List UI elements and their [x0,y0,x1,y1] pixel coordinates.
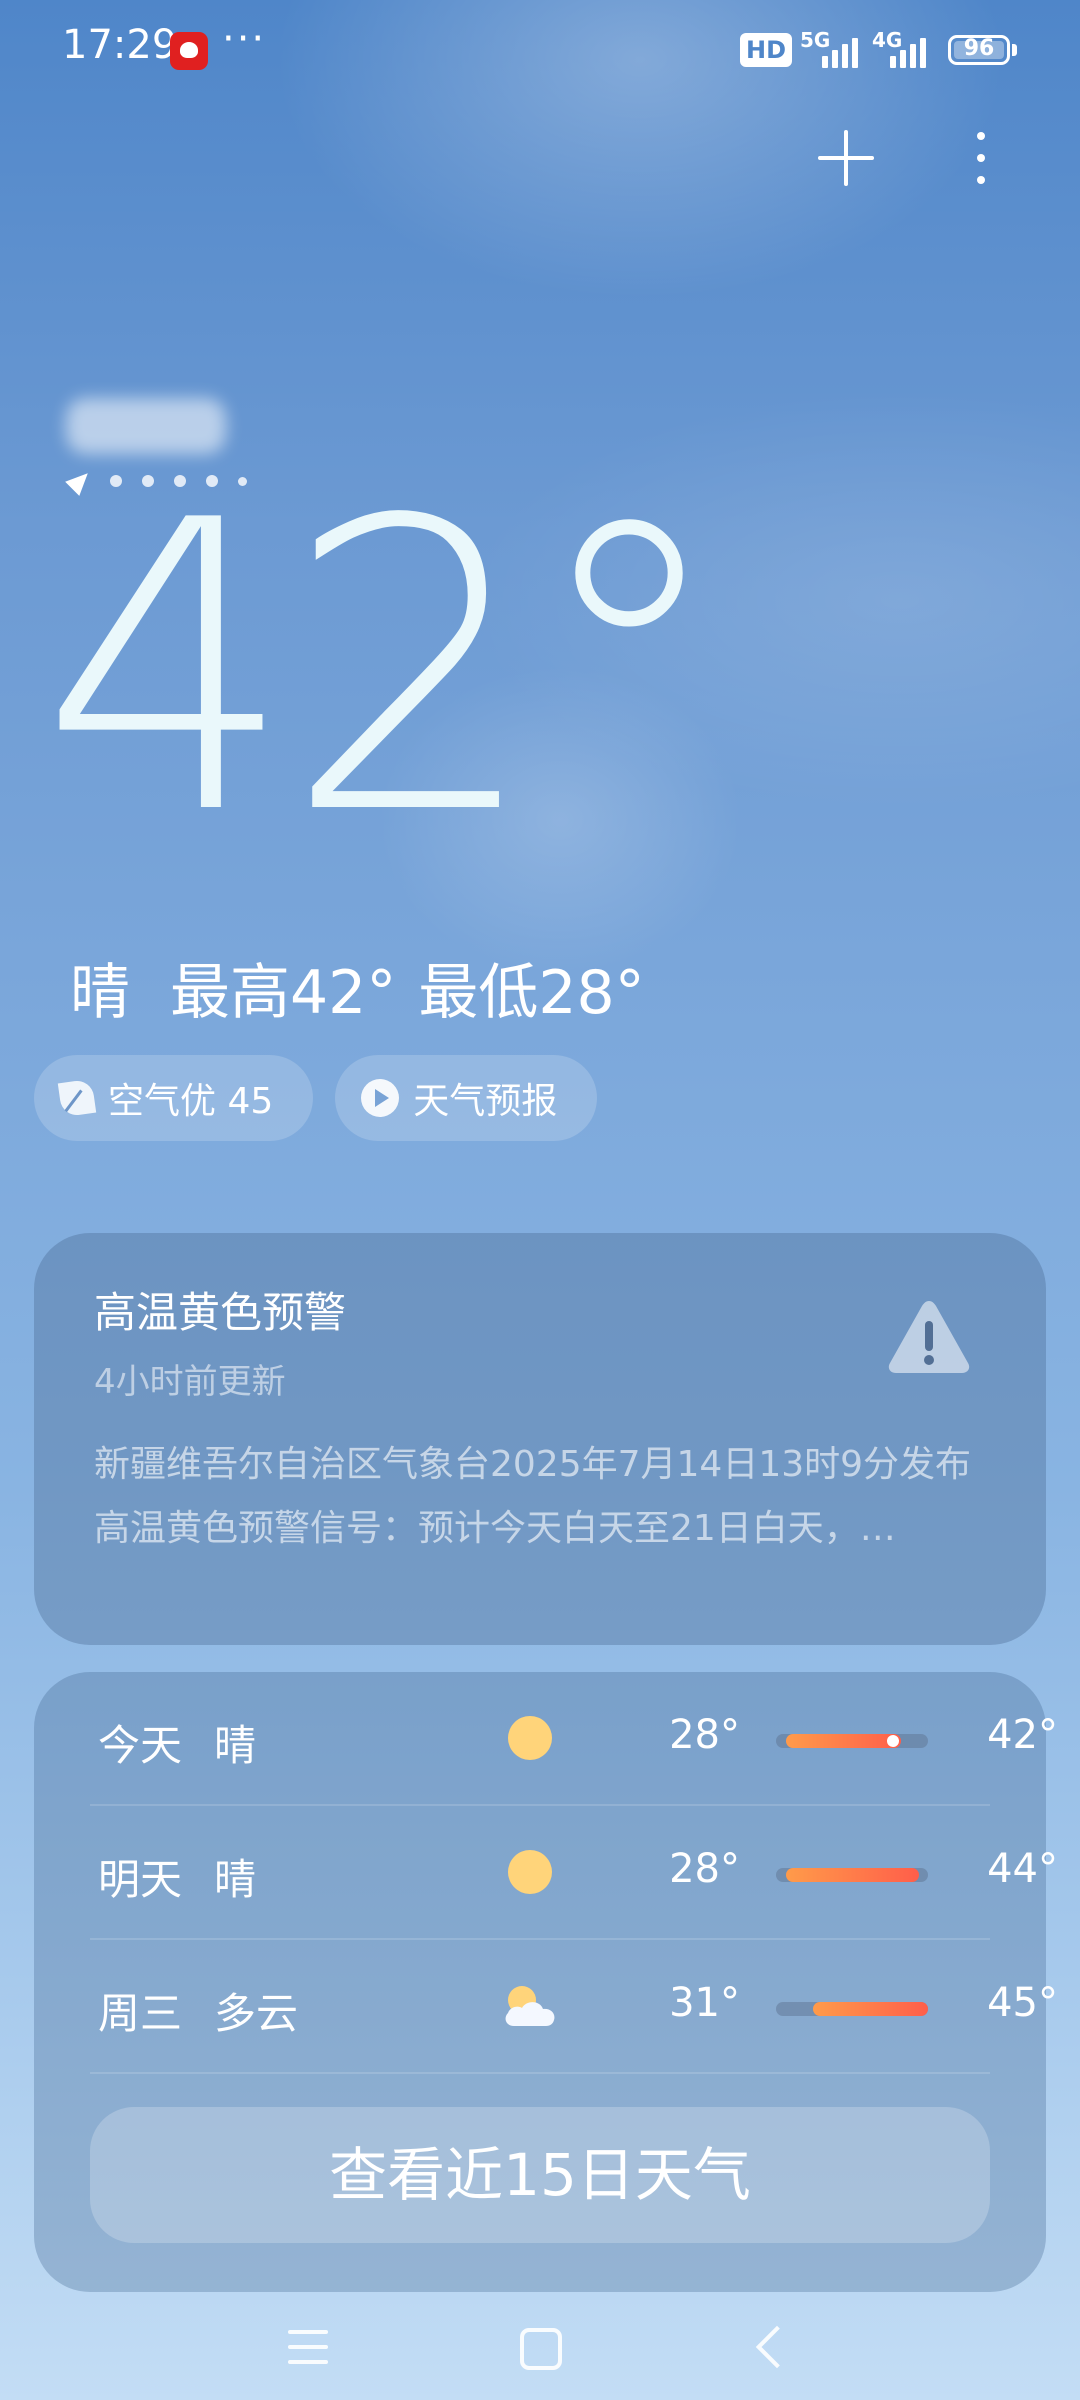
weather-summary: 晴 最高42° 最低28° [70,944,645,1031]
temperature-range-bar [776,1734,928,1748]
temperature-range-bar [776,2002,928,2016]
signal-bars-2-icon [890,30,926,68]
status-bar: 17:29 ··· HD 5G 4G 96 [0,0,1080,105]
forecast-condition: 晴 [214,1721,257,1770]
menu-dot [977,132,985,140]
app-notification-icon [170,32,208,70]
menu-dot [977,154,985,162]
forecast-low: 28° [669,1846,740,1892]
home-button[interactable] [520,2328,562,2370]
weather-forecast-video-label: 天气预报 [413,1081,558,1122]
weather-alert-card[interactable]: 高温黄色预警 4小时前更新 新疆维吾尔自治区气象台2025年7月14日13时9分… [34,1233,1046,1645]
alert-updated-time: 4小时前更新 [94,1362,286,1402]
forecast-low: 31° [669,1980,740,2026]
play-icon [361,1079,400,1117]
forecast-row-today[interactable]: 今天 晴 28° 42° [90,1672,1058,1806]
hd-voice-badge: HD [740,33,793,67]
forecast-high: 42° [987,1712,1058,1758]
warning-icon [888,1301,970,1373]
battery-tip [1012,44,1017,56]
forecast-low: 28° [669,1712,740,1758]
menu-dot [977,176,985,184]
alert-title: 高温黄色预警 [94,1288,347,1337]
today-high: 最高42° [170,958,397,1028]
battery-percent: 96 [963,36,995,61]
temperature-range-bar [776,1868,928,1882]
current-condition: 晴 [70,958,130,1028]
forecast-row-tomorrow[interactable]: 明天 晴 28° 44° [90,1806,1058,1940]
forecast-high: 44° [987,1846,1058,1892]
back-button[interactable] [755,2325,799,2369]
system-navigation-bar [0,2290,1080,2400]
temperature-range-fill [786,1868,920,1882]
forecast-high: 45° [987,1980,1058,2026]
today-low: 最低28° [418,958,645,1028]
air-quality-chip[interactable]: 空气优 45 [34,1055,314,1141]
signal-bars-1-icon [822,30,858,68]
more-menu-button[interactable] [962,130,998,186]
recent-apps-button[interactable] [288,2330,328,2366]
battery-icon: 96 [948,35,1010,65]
weather-forecast-video-chip[interactable]: 天气预报 [335,1055,598,1141]
forecast-condition: 多云 [214,1989,299,2038]
temperature-range-fill [812,2002,928,2016]
add-city-button[interactable] [818,130,874,186]
leaf-icon [57,1078,97,1118]
partly-cloudy-icon [505,1986,555,2026]
forecast-row-wednesday[interactable]: 周三 多云 31° 45° [90,1940,1058,2074]
daily-forecast-card: 今天 晴 28° 42° 明天 晴 28° 44° 周三 多云 31° 45° … [34,1672,1058,2292]
sun-icon [508,1850,552,1894]
more-notifications-icon: ··· [222,16,267,62]
alert-description: 新疆维吾尔自治区气象台2025年7月14日13时9分发布高温黄色预警信号：预计今… [94,1444,972,1549]
status-time: 17:29 [62,22,178,68]
temperature-range-fill [786,1734,902,1748]
forecast-day: 今天 [98,1721,183,1770]
forecast-day: 明天 [98,1855,183,1904]
forecast-day: 周三 [98,1989,183,2038]
air-quality-label: 空气优 45 [108,1081,274,1122]
current-temperature: 42° [40,437,729,902]
sun-icon [508,1716,552,1760]
view-15-day-forecast-button[interactable]: 查看近15日天气 [90,2107,990,2243]
forecast-condition: 晴 [214,1855,257,1904]
